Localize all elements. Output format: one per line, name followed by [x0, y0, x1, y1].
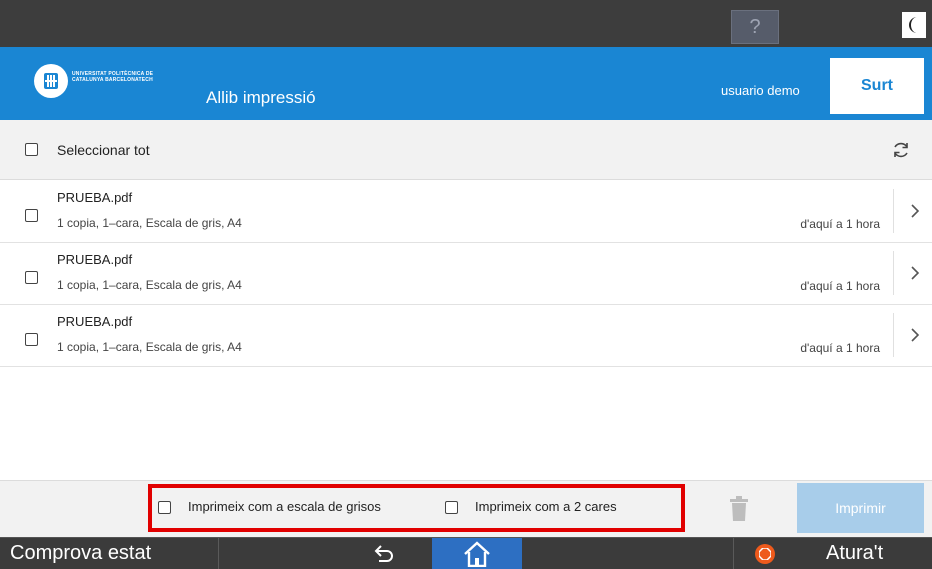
- job-name: PRUEBA.pdf: [57, 190, 133, 205]
- job-time: d'aquí a 1 hora: [800, 217, 880, 231]
- select-all-checkbox[interactable]: [25, 143, 38, 156]
- chevron-right-icon[interactable]: [910, 203, 920, 219]
- stop-button[interactable]: Atura't: [826, 542, 883, 565]
- help-button[interactable]: ?: [731, 10, 779, 44]
- app-header: UNIVERSITAT POLITÈCNICA DE CATALUNYA BAR…: [0, 47, 932, 120]
- home-button[interactable]: [432, 538, 522, 569]
- chevron-right-icon[interactable]: [910, 327, 920, 343]
- back-icon[interactable]: [373, 544, 395, 564]
- job-checkbox[interactable]: [25, 209, 38, 222]
- job-row[interactable]: PRUEBA.pdf 1 copia, 1–cara, Escala de gr…: [0, 305, 932, 367]
- job-details: 1 copia, 1–cara, Escala de gris, A4: [57, 278, 242, 292]
- home-icon: [464, 541, 490, 567]
- divider: [218, 538, 219, 569]
- job-details: 1 copia, 1–cara, Escala de gris, A4: [57, 340, 242, 354]
- chevron-right-icon[interactable]: [910, 265, 920, 281]
- logout-button[interactable]: Surt: [830, 58, 924, 114]
- logo-text: UNIVERSITAT POLITÈCNICA DE CATALUNYA BAR…: [72, 71, 154, 83]
- check-status-button[interactable]: Comprova estat: [10, 542, 151, 565]
- refresh-icon[interactable]: [891, 140, 911, 160]
- device-bar: Comprova estat Atura't: [0, 537, 932, 569]
- job-details: 1 copia, 1–cara, Escala de gris, A4: [57, 216, 242, 230]
- select-all-label: Seleccionar tot: [57, 142, 150, 158]
- system-bar: ?: [0, 0, 932, 47]
- job-time: d'aquí a 1 hora: [800, 341, 880, 355]
- divider: [893, 189, 894, 233]
- select-all-row: Seleccionar tot: [0, 120, 932, 180]
- divider: [893, 313, 894, 357]
- moon-icon: [909, 17, 917, 33]
- job-checkbox[interactable]: [25, 333, 38, 346]
- highlight-box: [148, 484, 685, 532]
- job-name: PRUEBA.pdf: [57, 314, 133, 329]
- stop-icon[interactable]: [755, 544, 775, 564]
- page-title: Allib impressió: [206, 88, 316, 107]
- trash-icon[interactable]: [729, 496, 749, 522]
- print-button[interactable]: Imprimir: [797, 483, 924, 533]
- job-row[interactable]: PRUEBA.pdf 1 copia, 1–cara, Escala de gr…: [0, 181, 932, 243]
- night-mode-button[interactable]: [902, 12, 926, 38]
- divider: [893, 251, 894, 295]
- job-checkbox[interactable]: [25, 271, 38, 284]
- user-name: usuario demo: [721, 83, 800, 98]
- job-name: PRUEBA.pdf: [57, 252, 133, 267]
- upc-logo: [34, 64, 68, 98]
- divider: [733, 538, 734, 569]
- question-icon: ?: [749, 16, 761, 38]
- job-time: d'aquí a 1 hora: [800, 279, 880, 293]
- job-row[interactable]: PRUEBA.pdf 1 copia, 1–cara, Escala de gr…: [0, 243, 932, 305]
